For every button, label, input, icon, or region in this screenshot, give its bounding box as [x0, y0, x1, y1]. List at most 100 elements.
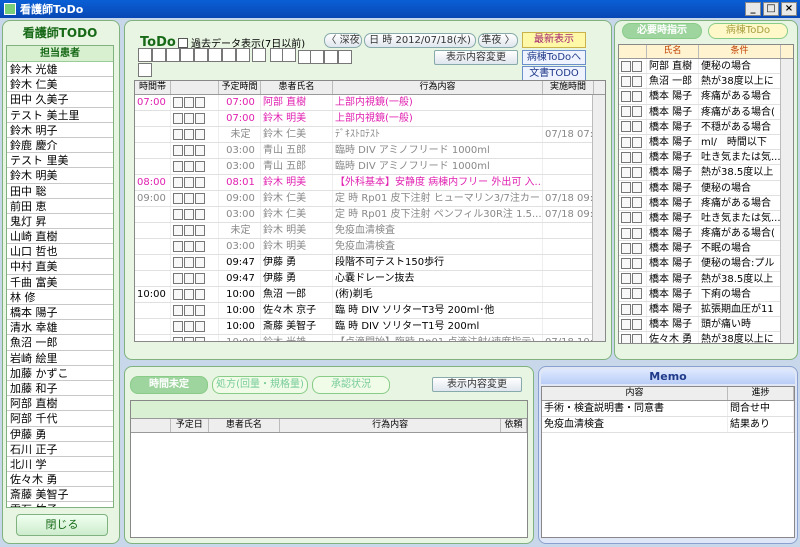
tab-prescription[interactable]: 処方(回量・規格量): [212, 376, 308, 394]
ds-icon[interactable]: [338, 50, 352, 64]
bottom-display-change-button[interactable]: 表示内容変更: [432, 377, 522, 392]
search-icon[interactable]: [208, 48, 222, 62]
todo-row[interactable]: 03:00 青山 五郎 臨時 DIV アミノフリード 1000ml: [135, 159, 605, 175]
patient-item[interactable]: 鈴鹿 慶介: [7, 138, 113, 154]
patient-item[interactable]: 山口 哲也: [7, 244, 113, 260]
todo-row[interactable]: 07:00 07:00 阿部 直樹 上部内視鏡(一般): [135, 95, 605, 111]
instruction-row[interactable]: 橋本 陽子 下痢の場合: [619, 286, 793, 302]
instruction-row[interactable]: 橋本 陽子 便秘の場合: [619, 180, 793, 196]
instruction-row[interactable]: 橋本 陽子 熱が38.5度以上: [619, 165, 793, 181]
patient-item[interactable]: 田中 久美子: [7, 92, 113, 108]
patient-item[interactable]: 阿部 千代: [7, 411, 113, 427]
patient-item[interactable]: 北川 学: [7, 457, 113, 473]
bottom-grid[interactable]: 予定日 患者氏名 行為内容 依頼: [130, 400, 528, 538]
patient-item[interactable]: 鈴木 光雄: [7, 62, 113, 78]
instruction-row[interactable]: 佐々木 勇熱が38度以上に: [619, 332, 793, 343]
patient-item[interactable]: 清水 幸雄: [7, 320, 113, 336]
patient-item[interactable]: テスト 里美: [7, 153, 113, 169]
document-todo-button[interactable]: 文書TODO: [522, 66, 586, 81]
patient-item[interactable]: 中村 直美: [7, 259, 113, 275]
patient-item[interactable]: 雪石 竹子: [7, 502, 113, 507]
instruction-row[interactable]: 橋本 陽子 ml/ 時間以下: [619, 134, 793, 151]
patient-item[interactable]: 山崎 直樹: [7, 229, 113, 245]
bottle-icon[interactable]: [222, 48, 236, 62]
todo-row[interactable]: 03:00 青山 五郎 臨時 DIV アミノフリード 1000ml: [135, 143, 605, 159]
patient-item[interactable]: 佐々木 勇: [7, 472, 113, 488]
instruction-row[interactable]: 橋本 陽子 便秘の場合:プル: [619, 256, 793, 272]
patient-item[interactable]: 伊藤 勇: [7, 427, 113, 442]
todo-row[interactable]: 09:47 伊藤 勇心嚢ドレーン抜去: [135, 271, 605, 287]
todo-row[interactable]: 07:00 鈴木 明美 上部内視鏡(一般): [135, 111, 605, 127]
instruction-row[interactable]: 橋本 陽子 不眠の場合: [619, 241, 793, 257]
instructions-scrollbar[interactable]: [780, 59, 793, 343]
bcol-content[interactable]: 行為内容: [280, 419, 502, 432]
instruction-row[interactable]: 阿部 直樹 便秘の場合: [619, 59, 793, 75]
instruction-row[interactable]: 魚沼 一郎 熱が38度以上に: [619, 74, 793, 90]
col-sched[interactable]: 予定時間: [219, 81, 261, 94]
patient-item[interactable]: 鈴木 仁美: [7, 77, 113, 93]
bcol-date[interactable]: 予定日: [171, 419, 209, 432]
todo-row[interactable]: 10:00 斎藤 美智子臨 時 DIV ソリターT1号 200ml: [135, 319, 605, 335]
patient-item[interactable]: 林 修: [7, 290, 113, 305]
col-name[interactable]: 患者氏名: [261, 81, 333, 94]
todo-row[interactable]: 03:00 鈴木 明美 免疫血清検査: [135, 239, 605, 255]
todo-row[interactable]: 10:00鈴木 光雄【点滴開始】臨時 Rp01 点滴注射(速度指示)...07/…: [135, 335, 605, 341]
tab-ward-todo[interactable]: 病棟ToDo: [708, 23, 788, 39]
memo-grid[interactable]: 内容 進捗 手術・検査説明書・同意書 問合せ中 免疫血清検査 結果あり: [541, 386, 795, 538]
filter-icon[interactable]: [138, 63, 152, 77]
chart-icon[interactable]: [166, 48, 180, 62]
patient-item[interactable]: 加藤 和子: [7, 381, 113, 397]
todo-row[interactable]: 未定 鈴木 明美 免疫血清検査: [135, 223, 605, 239]
patient-item[interactable]: 田中 聡: [7, 184, 113, 199]
instruction-row[interactable]: 橋本 陽子 疼痛がある場合: [619, 89, 793, 105]
close-button[interactable]: 閉じる: [16, 514, 108, 536]
minimize-button[interactable]: _: [745, 2, 761, 16]
todo-row[interactable]: 03:00 鈴木 仁美定 時 Rp01 皮下注射 ペンフィル30R注 1.5...…: [135, 207, 605, 223]
bcol-request[interactable]: 依頼: [501, 419, 527, 432]
patient-item[interactable]: 魚沼 一郎: [7, 335, 113, 351]
display-change-button[interactable]: 表示内容変更: [434, 50, 518, 65]
ward-todo-button[interactable]: 病棟ToDoへ: [522, 50, 586, 65]
patient-item[interactable]: 橋本 陽子: [7, 305, 113, 321]
patient-list[interactable]: 担当患者 鈴木 光雄 鈴木 仁美 田中 久美子 テスト 美土里 鈴木 明子 鈴鹿 慶介 テス…: [6, 45, 114, 508]
tab-as-needed[interactable]: 必要時指示: [622, 23, 702, 39]
patient-item[interactable]: 阿部 直樹: [7, 396, 113, 412]
memo-row[interactable]: 手術・検査説明書・同意書 問合せ中: [542, 401, 794, 417]
dept-icon[interactable]: [310, 50, 324, 64]
pencil-icon[interactable]: [152, 48, 166, 62]
instruction-row[interactable]: 橋本 陽子 疼痛がある場合(: [619, 104, 793, 120]
todo-row[interactable]: 09:47 伊藤 勇段階不可テスト150歩行: [135, 255, 605, 271]
todo-row[interactable]: 10:00 佐々木 京子臨 時 DIV ソリターT3号 200ml･他: [135, 303, 605, 319]
tab-approval[interactable]: 承認状況: [312, 376, 390, 394]
todo-grid[interactable]: 時間帯 予定時間 患者氏名 行為内容 実施時間 07:00 07:00 阿部 直樹上…: [134, 80, 606, 342]
patient-item[interactable]: テスト 美土里: [7, 108, 113, 123]
doc-icon[interactable]: [180, 48, 194, 62]
memo-col-progress[interactable]: 進捗: [728, 387, 794, 400]
patient-item[interactable]: 鈴木 明美: [7, 168, 113, 184]
tab-time-undecided[interactable]: 時間未定: [130, 376, 208, 394]
cart-icon[interactable]: [252, 48, 266, 62]
instruction-row[interactable]: 橋本 陽子 熱が38.5度以上: [619, 271, 793, 287]
print-icon[interactable]: [194, 48, 208, 62]
flag-icon[interactable]: [282, 48, 296, 62]
instruction-row[interactable]: 橋本 陽子 疼痛がある場合(: [619, 226, 793, 242]
patient-item[interactable]: 石川 正子: [7, 442, 113, 457]
patient-item[interactable]: 鈴木 明子: [7, 123, 113, 138]
rcol-name[interactable]: 氏名: [647, 45, 699, 58]
prev-night-button[interactable]: 〈 深夜: [324, 33, 362, 48]
memo-row[interactable]: 免疫血清検査 結果あり: [542, 417, 794, 433]
patient-item[interactable]: 千曲 富美: [7, 275, 113, 290]
todo-row[interactable]: 10:00 10:00 魚沼 一郎 (術)剃毛: [135, 287, 605, 303]
patient-item[interactable]: 岩崎 絵里: [7, 351, 113, 366]
instruction-row[interactable]: 橋本 陽子 吐き気または気...: [619, 210, 793, 227]
patient-item[interactable]: 斎藤 美智子: [7, 487, 113, 503]
patient-item[interactable]: 加藤 かずこ: [7, 366, 113, 381]
instructions-grid[interactable]: 氏名 条件 阿部 直樹 便秘の場合 魚沼 一郎 熱が38度以上に 橋本 陽子 疼痛がある場…: [618, 44, 794, 344]
maximize-button[interactable]: □: [763, 2, 779, 16]
patient-item[interactable]: 前田 恵: [7, 199, 113, 214]
todo-scrollbar[interactable]: [592, 95, 605, 341]
instruction-row[interactable]: 橋本 陽子 頭が痛い時: [619, 317, 793, 333]
date-display[interactable]: 日 時 2012/07/18(水): [364, 33, 476, 48]
nurse-icon[interactable]: [138, 48, 152, 62]
col-content[interactable]: 行為内容: [333, 81, 543, 94]
